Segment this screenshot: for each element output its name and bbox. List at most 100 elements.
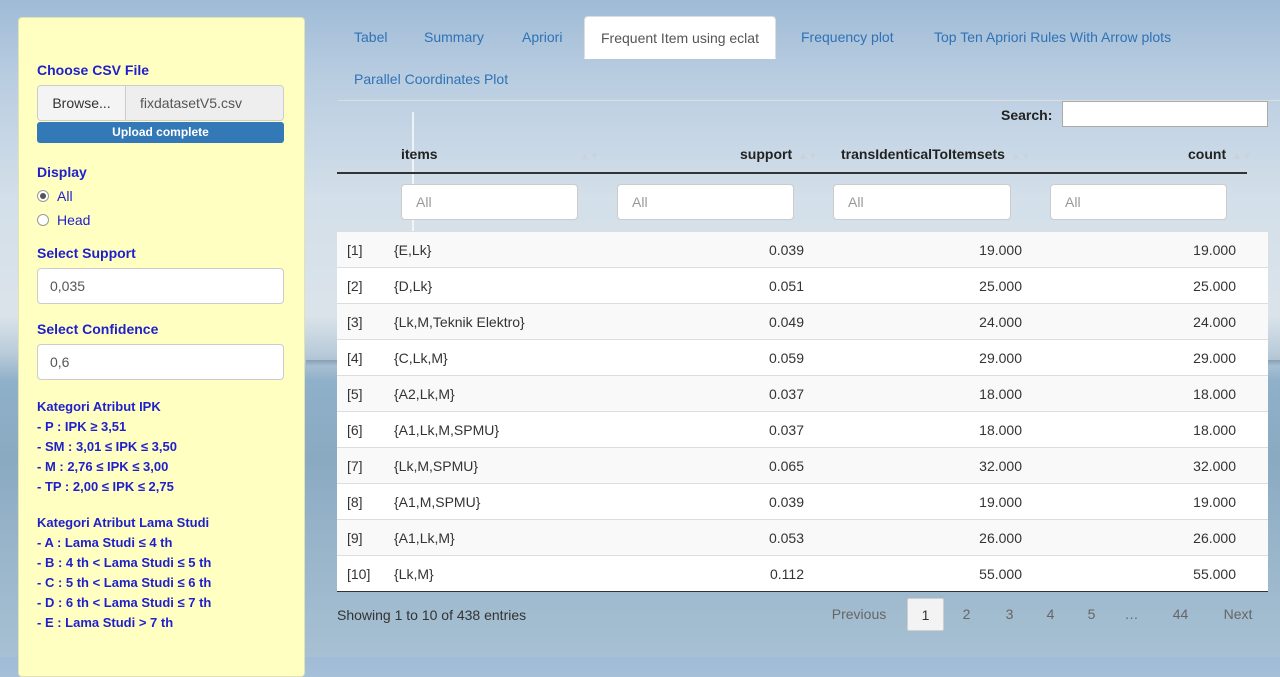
table-row[interactable]: [1] {E,Lk} 0.039 19.000 19.000 [337,231,1268,267]
filter-support-input[interactable]: All [617,184,794,220]
table-row[interactable]: [7] {Lk,M,SPMU} 0.065 32.000 32.000 [337,447,1268,483]
cell-support: 0.037 [768,385,804,402]
confidence-input[interactable]: 0,6 [37,344,284,380]
cell-count: 26.000 [1193,529,1236,546]
display-option-label: All [57,188,73,204]
row-index: [9] [347,529,363,546]
table-row[interactable]: [5] {A2,Lk,M} 0.037 18.000 18.000 [337,375,1268,411]
sort-icon[interactable]: ▲▼ [580,151,600,162]
pagination-page[interactable]: 4 [1034,598,1067,631]
search-input[interactable] [1062,101,1268,127]
pagination-page[interactable]: 3 [993,598,1026,631]
ipk-category-item: - P : IPK ≥ 3,51 [37,419,127,434]
cell-transidentical: 24.000 [979,313,1022,330]
table-row[interactable]: [3] {Lk,M,Teknik Elektro} 0.049 24.000 2… [337,303,1268,339]
column-header-support[interactable]: support ▲▼ [740,146,818,162]
filter-count-input[interactable]: All [1050,184,1227,220]
table-row[interactable]: [10] {Lk,M} 0.112 55.000 55.000 [337,555,1268,591]
table-row[interactable]: [8] {A1,M,SPMU} 0.039 19.000 19.000 [337,483,1268,519]
cell-items: {E,Lk} [394,241,432,258]
cell-items: {Lk,M,SPMU} [394,457,479,474]
table-row[interactable]: [9] {A1,Lk,M} 0.053 26.000 26.000 [337,519,1268,555]
tab-parallel-coordinates[interactable]: Parallel Coordinates Plot [338,58,524,101]
browse-button[interactable]: Browse... [38,86,126,120]
cell-support: 0.039 [768,241,804,258]
tab-bar: Tabel Summary Apriori Frequent Item usin… [338,16,1280,101]
cell-support: 0.065 [768,457,804,474]
study-category-item: - D : 6 th < Lama Studi ≤ 7 th [37,595,212,610]
tab-summary[interactable]: Summary [408,16,500,59]
display-option-head[interactable]: Head [37,212,284,228]
column-header-count[interactable]: count ▲▼ [1188,146,1252,162]
table-row[interactable]: [6] {A1,Lk,M,SPMU} 0.037 18.000 18.000 [337,411,1268,447]
pagination-page-current[interactable]: 1 [907,598,944,631]
table-row[interactable]: [4] {C,Lk,M} 0.059 29.000 29.000 [337,339,1268,375]
tab-frequent-item-eclat[interactable]: Frequent Item using eclat [584,16,776,59]
column-header-items[interactable]: items ▲▼ [401,146,599,162]
cell-items: {Lk,M} [394,565,434,582]
tab-top-ten-rules[interactable]: Top Ten Apriori Rules With Arrow plots [918,16,1187,59]
row-index: [10] [347,565,371,582]
cell-items: {A1,M,SPMU} [394,493,481,510]
cell-support: 0.049 [768,313,804,330]
filter-items-input[interactable]: All [401,184,578,220]
ipk-category-item: - M : 2,76 ≤ IPK ≤ 3,00 [37,459,169,474]
search-label: Search: [1001,107,1053,123]
cell-transidentical: 55.000 [979,565,1022,582]
tab-frequency-plot[interactable]: Frequency plot [785,16,910,59]
cell-support: 0.053 [768,529,804,546]
cell-count: 29.000 [1193,349,1236,366]
study-category-item: - A : Lama Studi ≤ 4 th [37,535,173,550]
column-header-label: transIdenticalToItemsets [841,146,1005,162]
tab-tabel[interactable]: Tabel [338,16,403,59]
column-header-label: support [740,146,793,162]
table-row[interactable]: [2] {D,Lk} 0.051 25.000 25.000 [337,267,1268,303]
pagination-page[interactable]: 44 [1162,598,1199,631]
column-header-label: items [401,146,438,162]
support-input[interactable]: 0,035 [37,268,284,304]
cell-transidentical: 19.000 [979,241,1022,258]
ipk-category-item: - TP : 2,00 ≤ IPK ≤ 2,75 [37,479,174,494]
pagination-page[interactable]: 2 [950,598,983,631]
sort-icon[interactable]: ▲▼ [1011,151,1031,162]
display-option-all[interactable]: All [37,188,284,204]
pagination-next[interactable]: Next [1213,598,1263,631]
ipk-category-item: - SM : 3,01 ≤ IPK ≤ 3,50 [37,439,177,454]
cell-support: 0.112 [770,565,804,582]
pagination-ellipsis: … [1124,606,1139,622]
header-divider [337,172,1247,174]
upload-progress-bar: Upload complete [37,122,284,143]
cell-transidentical: 32.000 [979,457,1022,474]
cell-transidentical: 26.000 [979,529,1022,546]
cell-transidentical: 19.000 [979,493,1022,510]
cell-support: 0.037 [768,421,804,438]
cell-items: {D,Lk} [394,277,433,294]
cell-count: 18.000 [1193,385,1236,402]
radio-unselected-icon[interactable] [37,214,49,226]
pagination-previous[interactable]: Previous [822,598,896,631]
row-index: [4] [347,349,363,366]
row-index: [2] [347,277,363,294]
cell-transidentical: 29.000 [979,349,1022,366]
sort-icon[interactable]: ▲▼ [798,151,818,162]
tab-apriori[interactable]: Apriori [506,16,578,59]
pagination-page[interactable]: 5 [1075,598,1108,631]
filter-transidentical-input[interactable]: All [833,184,1011,220]
csv-label: Choose CSV File [37,62,150,78]
file-name-field: fixdatasetV5.csv [126,86,283,120]
file-input[interactable]: Browse... fixdatasetV5.csv [37,85,284,121]
ipk-category-title: Kategori Atribut IPK [37,399,161,414]
cell-items: {C,Lk,M} [394,349,448,366]
study-category-item: - E : Lama Studi > 7 th [37,615,174,630]
row-index: [5] [347,385,363,402]
row-index: [1] [347,241,363,258]
row-index: [6] [347,421,363,438]
sort-icon[interactable]: ▲▼ [1232,151,1252,162]
support-label: Select Support [37,245,136,261]
radio-selected-icon[interactable] [37,190,49,202]
cell-transidentical: 18.000 [979,421,1022,438]
cell-transidentical: 18.000 [979,385,1022,402]
column-header-transidentical[interactable]: transIdenticalToItemsets ▲▼ [841,146,1031,162]
cell-support: 0.059 [768,349,804,366]
table-bottom-divider [337,591,1268,592]
